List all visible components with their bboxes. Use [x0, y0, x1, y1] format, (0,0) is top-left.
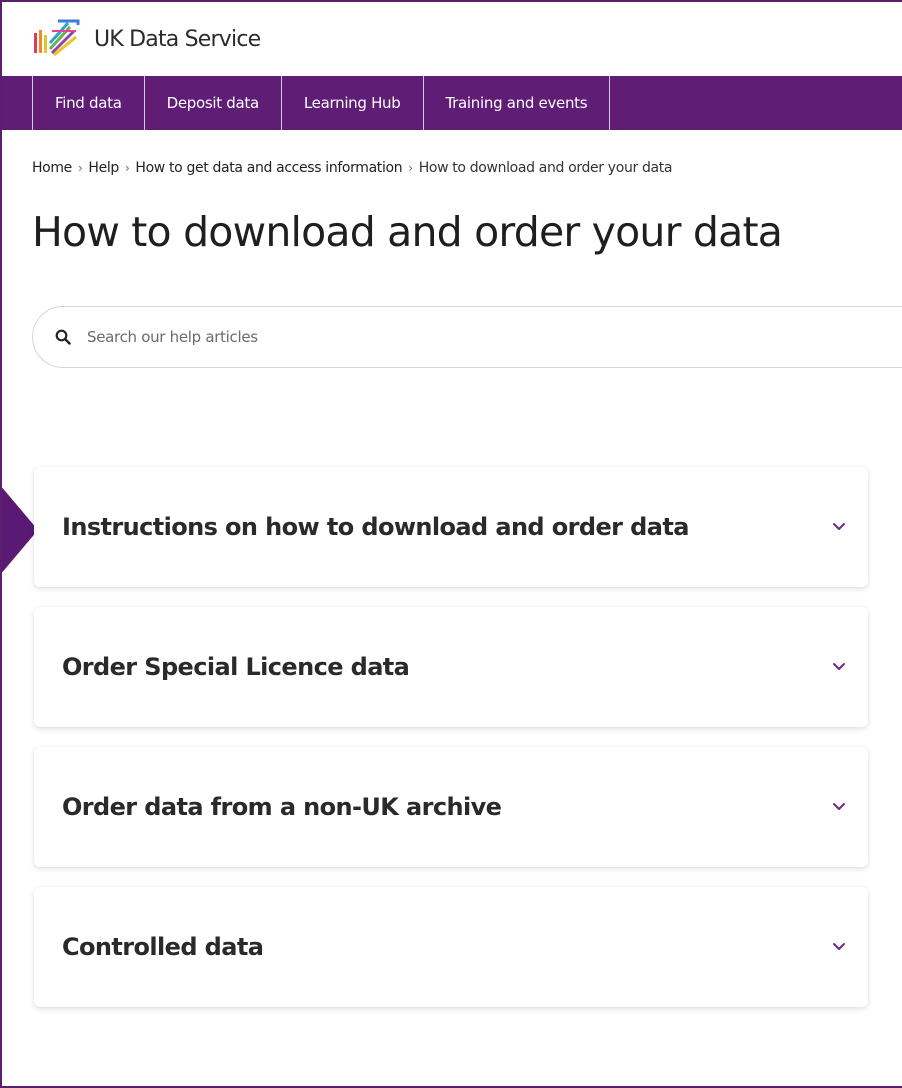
page: UK Data Service Find data Deposit data L…: [0, 0, 902, 1088]
nav-item-learning-hub[interactable]: Learning Hub: [280, 76, 423, 130]
page-title: How to download and order your data: [32, 208, 783, 256]
search-icon: [55, 329, 71, 345]
accordion-title: Controlled data: [62, 933, 264, 961]
site-logo[interactable]: UK Data Service: [32, 19, 261, 59]
accordion-item-special-licence[interactable]: Order Special Licence data: [34, 607, 868, 727]
accordion-item-instructions[interactable]: Instructions on how to download and orde…: [34, 467, 868, 587]
breadcrumb-separator: ›: [408, 161, 413, 175]
breadcrumb: Home › Help › How to get data and access…: [2, 160, 902, 176]
chevron-down-icon: [833, 523, 845, 530]
search-input[interactable]: [87, 328, 587, 346]
chevron-down-icon: [833, 663, 845, 670]
chevron-down-icon: [833, 943, 845, 950]
breadcrumb-home[interactable]: Home: [32, 160, 72, 176]
site-name: UK Data Service: [94, 26, 261, 52]
breadcrumb-how-to-get-data[interactable]: How to get data and access information: [135, 160, 402, 176]
nav-item-find-data[interactable]: Find data: [32, 76, 144, 130]
brand-bar: UK Data Service: [2, 2, 902, 76]
breadcrumb-separator: ›: [77, 161, 83, 175]
breadcrumb-separator: ›: [124, 161, 130, 175]
uk-data-service-logo-icon: [34, 19, 80, 57]
accordion-title: Instructions on how to download and orde…: [62, 513, 689, 541]
accordion-item-controlled-data[interactable]: Controlled data: [34, 887, 868, 1007]
chevron-down-icon: [833, 803, 845, 810]
nav-item-training-and-events[interactable]: Training and events: [422, 76, 611, 130]
breadcrumb-current: How to download and order your data: [418, 160, 673, 176]
accordion-item-non-uk-archive[interactable]: Order data from a non-UK archive: [34, 747, 868, 867]
accordion-title: Order data from a non-UK archive: [62, 793, 502, 821]
main-nav: Find data Deposit data Learning Hub Trai…: [2, 76, 902, 130]
nav-item-deposit-data[interactable]: Deposit data: [143, 76, 281, 130]
accordion-title: Order Special Licence data: [62, 653, 410, 681]
breadcrumb-help[interactable]: Help: [88, 160, 119, 176]
search-bar[interactable]: [32, 306, 902, 368]
